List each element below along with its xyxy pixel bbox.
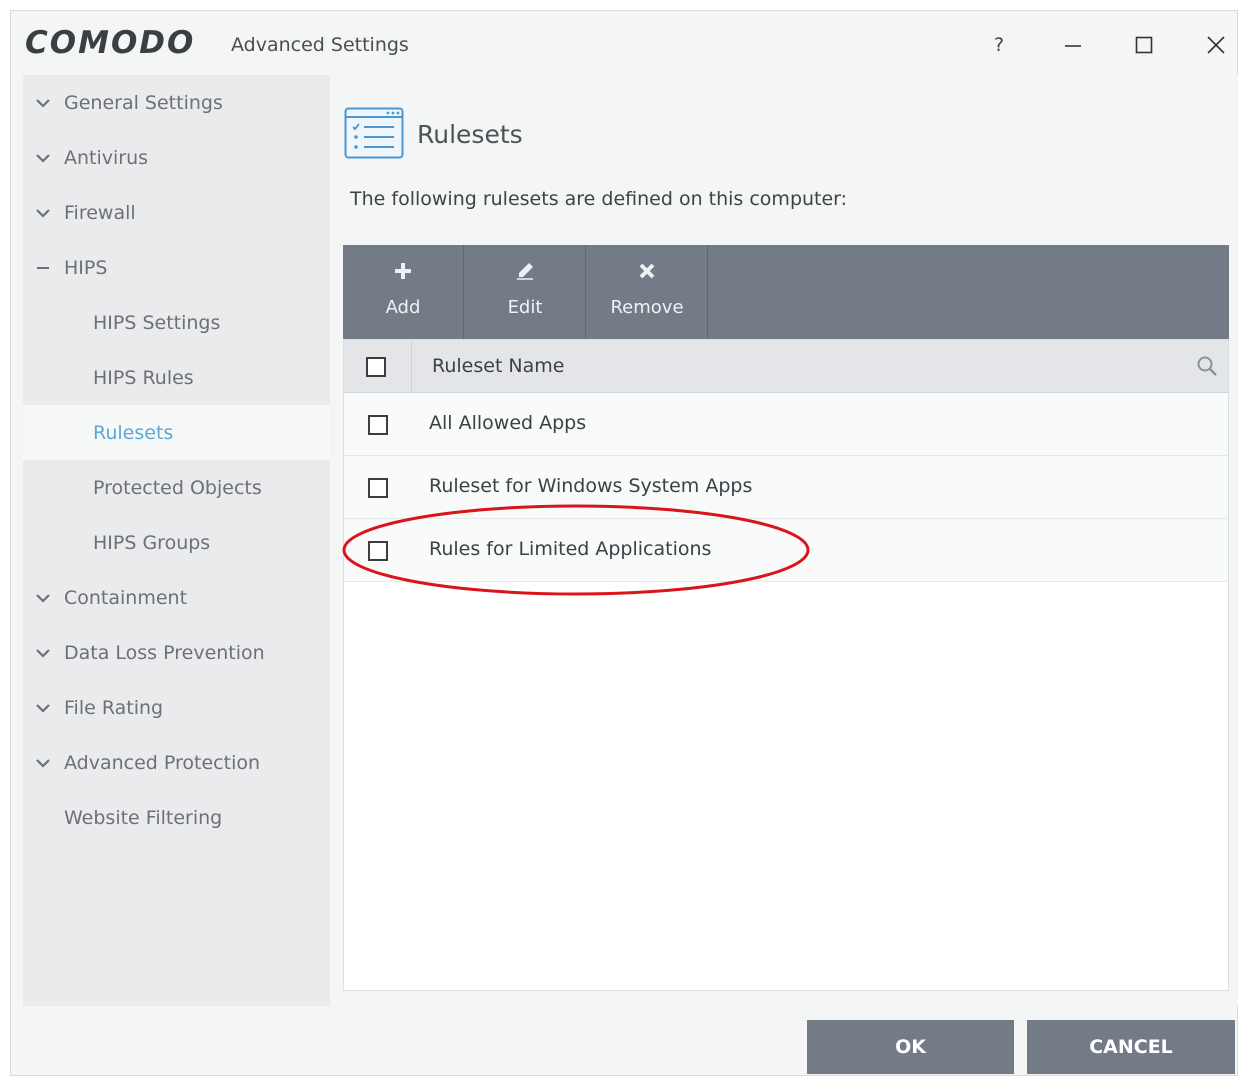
chevron-down-icon	[36, 649, 50, 658]
minimize-icon	[1065, 45, 1081, 47]
pencil-icon	[517, 263, 533, 280]
sidebar-item-label: Data Loss Prevention	[64, 641, 265, 664]
rulesets-table: Ruleset Name All Allowed Apps Ruleset fo…	[343, 339, 1229, 991]
title-bar: COMODO Advanced Settings ?	[11, 11, 1237, 75]
sidebar-item-label: HIPS Settings	[93, 311, 221, 334]
sidebar-item-hips[interactable]: HIPS	[23, 240, 330, 295]
ruleset-name: All Allowed Apps	[429, 412, 587, 434]
sidebar-item-file-rating[interactable]: File Rating	[23, 680, 330, 735]
sidebar-item-data-loss-prevention[interactable]: Data Loss Prevention	[23, 625, 330, 680]
sidebar-item-hips-settings[interactable]: HIPS Settings	[23, 295, 330, 350]
chevron-down-icon	[36, 209, 50, 218]
help-button[interactable]: ?	[979, 25, 1019, 65]
close-button[interactable]	[1196, 25, 1236, 65]
sidebar-item-label: File Rating	[64, 696, 164, 719]
sidebar-item-protected-objects[interactable]: Protected Objects	[23, 460, 330, 515]
sidebar: General Settings Antivirus Firewall HIPS…	[23, 75, 330, 1006]
page-title: Rulesets	[417, 120, 523, 149]
sidebar-item-general-settings[interactable]: General Settings	[23, 75, 330, 130]
page-description: The following rulesets are defined on th…	[350, 188, 848, 210]
sidebar-item-label: HIPS	[64, 256, 108, 279]
table-header: Ruleset Name	[344, 340, 1228, 393]
rulesets-toolbar: Add Edit Remove	[343, 245, 1229, 339]
sidebar-item-antivirus[interactable]: Antivirus	[23, 130, 330, 185]
add-label: Add	[385, 297, 421, 318]
column-header-ruleset-name[interactable]: Ruleset Name	[432, 355, 565, 377]
edit-button[interactable]: Edit	[465, 245, 586, 339]
chevron-down-icon	[36, 99, 50, 108]
sidebar-item-label: Advanced Protection	[64, 751, 261, 774]
table-row[interactable]: All Allowed Apps	[344, 393, 1228, 456]
sidebar-item-label: Rulesets	[93, 421, 174, 444]
main-content: Rulesets The following rulesets are defi…	[330, 75, 1238, 1006]
minimize-button[interactable]	[1053, 25, 1093, 65]
column-divider	[411, 340, 412, 393]
sidebar-item-label: Antivirus	[64, 146, 149, 169]
minus-icon	[37, 267, 49, 269]
sidebar-item-label: HIPS Rules	[93, 366, 194, 389]
sidebar-item-label: HIPS Groups	[93, 531, 211, 554]
add-button[interactable]: Add	[343, 245, 464, 339]
table-row[interactable]: Rules for Limited Applications	[344, 519, 1228, 582]
sidebar-item-hips-rules[interactable]: HIPS Rules	[23, 350, 330, 405]
maximize-icon	[1135, 36, 1153, 54]
sidebar-item-rulesets[interactable]: Rulesets	[23, 405, 330, 460]
table-row[interactable]: Ruleset for Windows System Apps	[344, 456, 1228, 519]
sidebar-item-hips-groups[interactable]: HIPS Groups	[23, 515, 330, 570]
select-all-checkbox[interactable]	[366, 357, 386, 377]
sidebar-item-containment[interactable]: Containment	[23, 570, 330, 625]
sidebar-item-label: General Settings	[64, 91, 223, 114]
ruleset-name: Rules for Limited Applications	[429, 538, 712, 560]
rulesets-list-icon	[344, 107, 404, 159]
sidebar-item-label: Firewall	[64, 201, 136, 224]
plus-icon	[395, 263, 411, 279]
row-checkbox[interactable]	[368, 478, 388, 498]
cancel-button[interactable]: CANCEL	[1027, 1020, 1235, 1074]
help-icon: ?	[993, 34, 1005, 56]
close-icon	[1207, 36, 1225, 54]
sidebar-item-label: Containment	[64, 586, 188, 609]
chevron-down-icon	[36, 594, 50, 603]
comodo-logo: COMODO	[25, 25, 196, 61]
maximize-button[interactable]	[1124, 25, 1164, 65]
sidebar-item-advanced-protection[interactable]: Advanced Protection	[23, 735, 330, 790]
chevron-down-icon	[36, 759, 50, 768]
remove-label: Remove	[610, 297, 684, 318]
remove-button[interactable]: Remove	[587, 245, 708, 339]
sidebar-item-firewall[interactable]: Firewall	[23, 185, 330, 240]
chevron-down-icon	[36, 154, 50, 163]
window-title: Advanced Settings	[231, 34, 409, 56]
chevron-down-icon	[36, 704, 50, 713]
sidebar-item-website-filtering[interactable]: Website Filtering	[23, 790, 330, 845]
sidebar-item-label: Website Filtering	[64, 806, 223, 829]
x-icon	[639, 263, 655, 279]
edit-label: Edit	[507, 297, 543, 318]
ruleset-name: Ruleset for Windows System Apps	[429, 475, 753, 497]
row-checkbox[interactable]	[368, 541, 388, 561]
row-checkbox[interactable]	[368, 415, 388, 435]
search-icon[interactable]	[1196, 355, 1218, 377]
sidebar-item-label: Protected Objects	[93, 476, 262, 499]
ok-button[interactable]: OK	[807, 1020, 1014, 1074]
advanced-settings-window: COMODO Advanced Settings ? General Setti…	[10, 10, 1238, 1076]
